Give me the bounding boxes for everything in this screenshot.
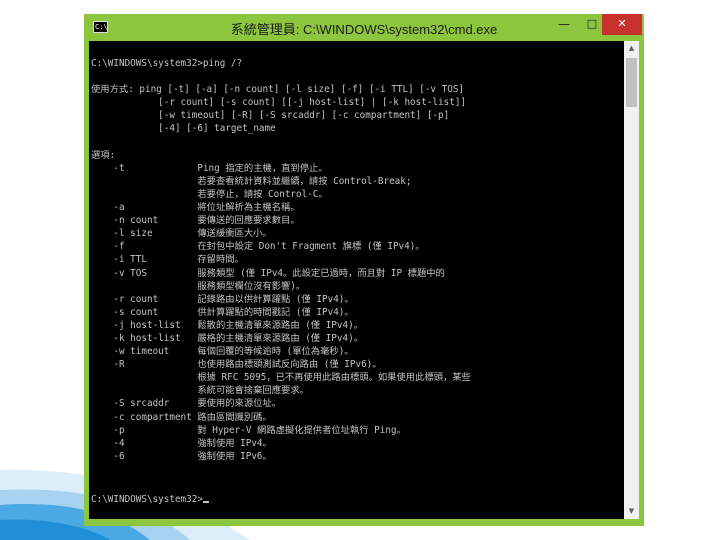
console-line: -R 也使用路由標頭測試反向路由 (僅 IPv6)。	[91, 359, 382, 371]
scrollbar-thumb[interactable]	[626, 58, 637, 107]
prompt-text: C:\WINDOWS\system32>	[91, 494, 203, 505]
console-line: -r count 記錄路由以供計算躍點 (僅 IPv4)。	[91, 293, 354, 305]
console-line: -w timeout 每個回覆的等候逾時 (單位為毫秒)。	[91, 346, 354, 358]
command-prompt[interactable]: C:\WINDOWS\system32>	[91, 493, 209, 506]
console-line: -v TOS 服務類型 (僅 IPv4。此設定已過時，而且對 IP 標題中的	[91, 267, 445, 279]
text-cursor	[202, 501, 209, 503]
minimize-button[interactable]: —	[550, 14, 578, 35]
console-output[interactable]: C:\WINDOWS\system32>ping /? 使用方式: ping [-…	[89, 41, 624, 519]
console-line: 服務類型欄位沒有影響)。	[91, 280, 306, 292]
console-line: -k host-list 嚴格的主機清單來源路由 (僅 IPv4)。	[91, 332, 363, 344]
console-line: -j host-list 鬆散的主機清單來源路由 (僅 IPv4)。	[91, 319, 363, 331]
console-line: -l size 傳送緩衝區大小。	[91, 228, 272, 240]
console-line: -S srcaddr 要使用的來源位址。	[91, 398, 282, 410]
console-line: -a 將位址解析為主機名稱。	[91, 202, 300, 214]
console-line: [-r count] [-s count] [[-j host-list] | …	[91, 97, 467, 109]
scroll-up-arrow-icon[interactable]: ▲	[624, 41, 639, 56]
close-button[interactable]: ✕	[602, 14, 642, 35]
cmd-app-icon[interactable]: C:\	[93, 21, 108, 33]
console-line: 根據 RFC 5095，已不再使用此路由標頭。如果使用此標頭，某些	[91, 372, 471, 384]
console-line: [-w timeout] [-R] [-S srcaddr] [-c compa…	[91, 110, 450, 122]
console-line: -p 對 Hyper-V 網路虛擬化提供者位址執行 Ping。	[91, 424, 406, 436]
window-title: 系統管理員: C:\WINDOWS\system32\cmd.exe	[230, 22, 498, 37]
cmd-window: C:\ 系統管理員: C:\WINDOWS\system32\cmd.exe —…	[84, 14, 644, 526]
console-line: 使用方式: ping [-t] [-a] [-n count] [-l size…	[91, 84, 465, 96]
vertical-scrollbar[interactable]: ▲ ▼	[624, 41, 639, 519]
console-line: [-4] [-6] target_name	[91, 123, 276, 135]
title-bar[interactable]: C:\ 系統管理員: C:\WINDOWS\system32\cmd.exe —…	[84, 14, 644, 41]
console-line: -s count 供計算躍點的時間戳記 (僅 IPv4)。	[91, 306, 354, 318]
console-line: 若要查看統計資料並繼續，請按 Control-Break;	[91, 175, 412, 187]
help-text: C:\WINDOWS\system32>ping /? 使用方式: ping [-…	[91, 57, 471, 463]
console-line: -f 在封包中設定 Don't Fragment 旗標 (僅 IPv4)。	[91, 241, 425, 253]
console-line: C:\WINDOWS\system32>ping /?	[91, 58, 243, 69]
console-line: -i TTL 存留時間。	[91, 254, 244, 266]
scroll-down-arrow-icon[interactable]: ▼	[624, 504, 639, 519]
console-line: -t Ping 指定的主機，直到停止。	[91, 162, 328, 174]
console-line: -6 強制使用 IPv6。	[91, 450, 272, 462]
console-line: 系統可能會捨棄回應要求。	[91, 385, 309, 397]
console-line: 選項:	[91, 149, 116, 161]
console-line: -c compartment 路由區間識別碼。	[91, 411, 272, 423]
console-line: 若要停止，請按 Control-C。	[91, 188, 328, 200]
console-line: -n count 要傳送的回應要求數目。	[91, 215, 300, 227]
console-line: -4 強制使用 IPv4。	[91, 437, 272, 449]
